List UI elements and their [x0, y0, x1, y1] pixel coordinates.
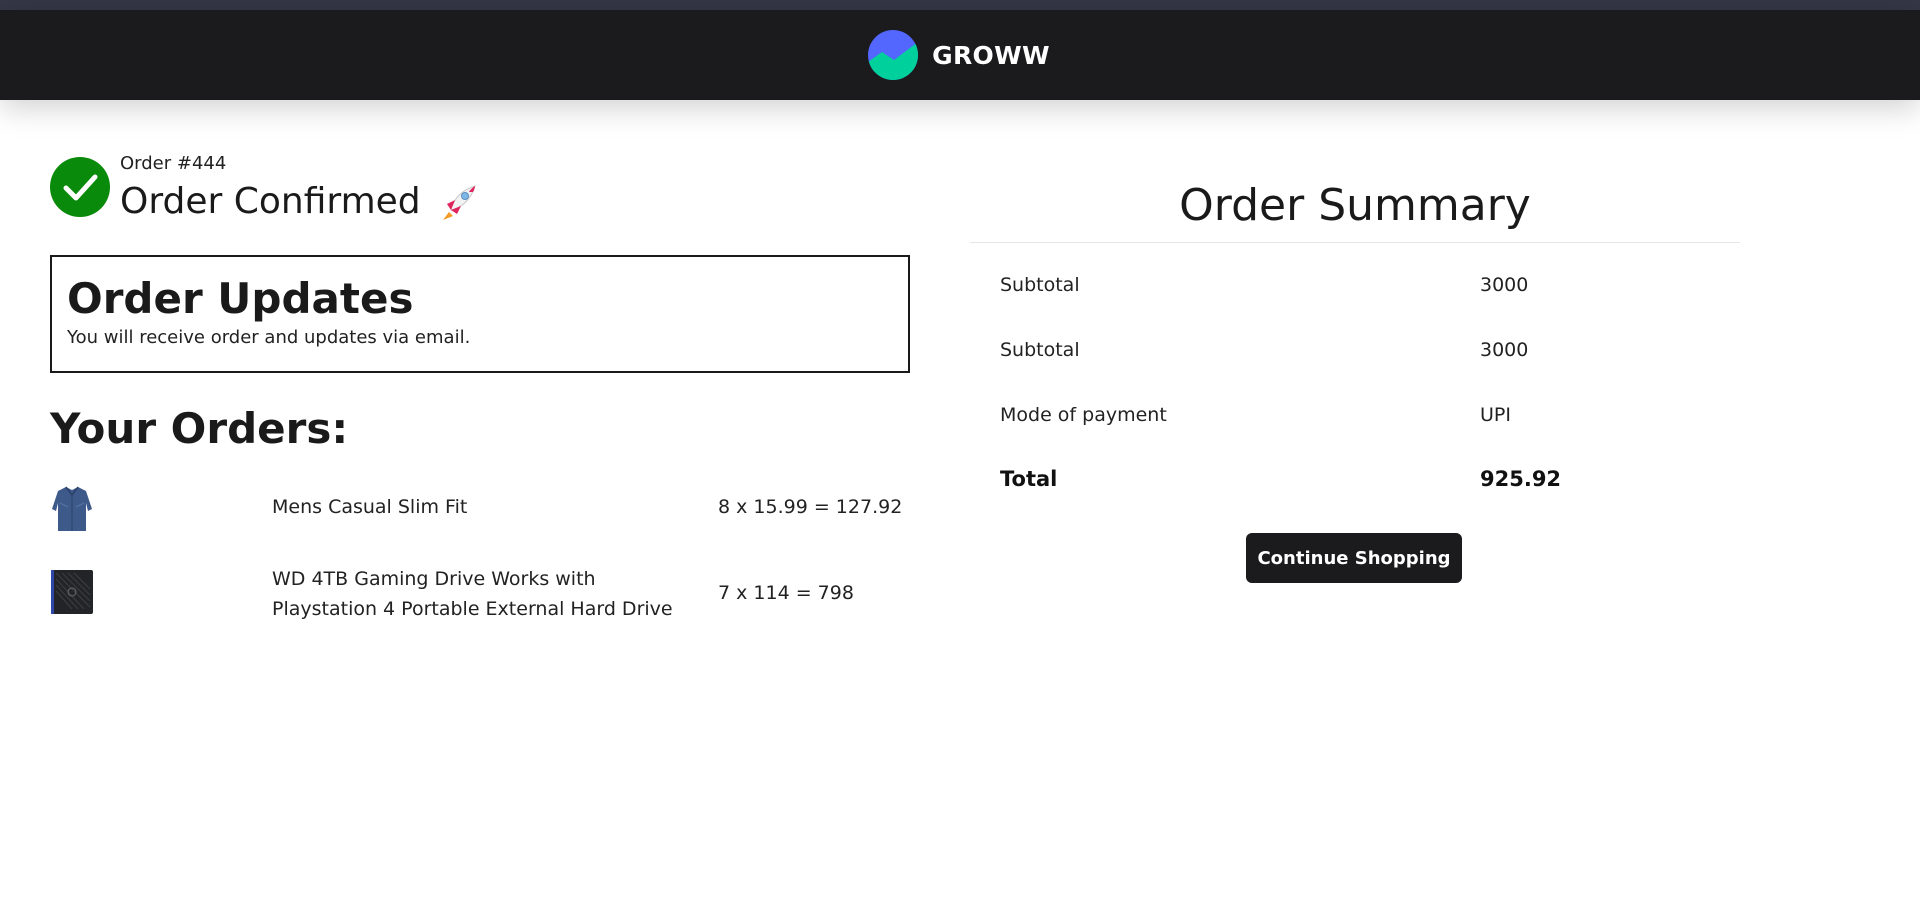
summary-divider	[970, 242, 1740, 243]
hard-drive-thumbnail	[50, 569, 94, 615]
summary-label: Mode of payment	[1000, 404, 1167, 426]
order-updates-box: Order Updates You will receive order and…	[50, 255, 910, 373]
summary-label: Subtotal	[1000, 339, 1080, 361]
order-item: WD 4TB Gaming Drive Works with Playstati…	[50, 564, 910, 634]
order-confirmation-header: Order #444 Order Confirmed	[50, 153, 476, 233]
order-item-name: Mens Casual Slim Fit	[272, 496, 468, 518]
summary-row-total: Total 925.92	[1000, 467, 1700, 497]
summary-total-label: Total	[1000, 467, 1058, 491]
orders-list: Mens Casual Slim Fit 8 x 15.99 = 127.92 …	[50, 480, 910, 620]
order-number: Order #444	[120, 153, 227, 174]
summary-value: UPI	[1480, 404, 1511, 426]
order-updates-title: Order Updates	[67, 274, 414, 323]
brand-name: GROWW	[932, 40, 1050, 70]
summary-total-value: 925.92	[1480, 467, 1562, 491]
order-status-title: Order Confirmed	[120, 181, 479, 222]
order-item: Mens Casual Slim Fit 8 x 15.99 = 127.92	[50, 480, 910, 540]
summary-row-subtotal: Subtotal 3000	[1000, 274, 1700, 304]
summary-value: 3000	[1480, 339, 1529, 361]
summary-label: Subtotal	[1000, 274, 1080, 296]
summary-row-subtotal: Subtotal 3000	[1000, 339, 1700, 369]
shirt-thumbnail	[50, 485, 94, 531]
groww-logo-icon	[868, 30, 919, 80]
continue-shopping-button[interactable]: Continue Shopping	[1246, 533, 1462, 583]
order-status-text: Order Confirmed	[120, 181, 421, 222]
summary-row-payment-mode: Mode of payment UPI	[1000, 404, 1700, 434]
summary-value: 3000	[1480, 274, 1529, 296]
your-orders-heading: Your Orders:	[50, 404, 349, 453]
top-strip	[0, 0, 1920, 10]
navbar: GROWW	[0, 10, 1920, 100]
order-item-calc: 8 x 15.99 = 127.92	[718, 496, 903, 518]
order-updates-text: You will receive order and updates via e…	[67, 327, 471, 348]
order-summary-title: Order Summary	[1179, 180, 1531, 231]
order-item-name: WD 4TB Gaming Drive Works with Playstati…	[272, 568, 673, 620]
brand[interactable]: GROWW	[868, 30, 1050, 80]
order-item-calc: 7 x 114 = 798	[718, 582, 854, 604]
rocket-icon	[442, 184, 476, 220]
check-icon	[50, 157, 110, 217]
